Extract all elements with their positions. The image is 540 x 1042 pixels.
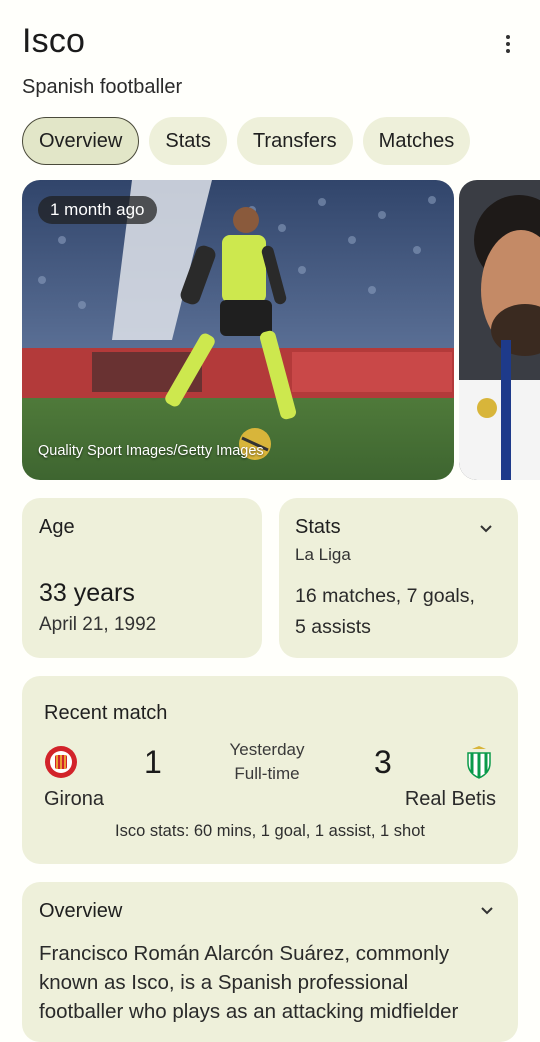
- away-team-name: Real Betis: [404, 788, 496, 810]
- player-photo-secondary[interactable]: [459, 180, 540, 480]
- overview-line-1: Francisco Román Alarcón Suárez, commonly: [39, 942, 450, 965]
- chevron-down-icon[interactable]: [479, 522, 493, 536]
- match-status: Full-time: [234, 764, 300, 783]
- overview-label: Overview: [39, 900, 123, 922]
- age-card[interactable]: Age 33 years April 21, 1992: [22, 498, 262, 658]
- home-score: 1: [144, 744, 162, 780]
- stats-card[interactable]: Stats La Liga 16 matches, 7 goals, 5 ass…: [279, 498, 518, 658]
- stats-competition: La Liga: [295, 545, 351, 564]
- overview-line-2: known as Isco, is a Spanish professional: [39, 971, 409, 994]
- recent-match-label: Recent match: [44, 702, 168, 724]
- age-label: Age: [39, 516, 75, 538]
- chevron-down-icon[interactable]: [480, 904, 494, 918]
- page-title: Isco: [22, 22, 86, 60]
- tab-matches[interactable]: Matches: [362, 117, 471, 165]
- stats-label: Stats: [295, 516, 341, 538]
- home-team-name: Girona: [44, 788, 105, 810]
- photo-credit: Quality Sport Images/Getty Images: [38, 443, 264, 459]
- stats-line-1: 16 matches, 7 goals,: [295, 585, 475, 607]
- recent-match-card[interactable]: Recent match 1 Girona Yesterday Full-tim…: [22, 676, 518, 864]
- match-date: Yesterday: [229, 740, 305, 759]
- tab-transfers[interactable]: Transfers: [236, 117, 353, 165]
- overview-line-3: footballer who plays as an attacking mid…: [39, 1000, 459, 1023]
- away-score: 3: [374, 744, 392, 780]
- stats-line-2: 5 assists: [295, 616, 371, 638]
- real-betis-crest-icon: [467, 746, 491, 779]
- tab-bar: Overview Stats Transfers Matches: [22, 117, 471, 165]
- player-match-stats: Isco stats: 60 mins, 1 goal, 1 assist, 1…: [115, 822, 425, 840]
- tab-stats[interactable]: Stats: [149, 117, 227, 165]
- tab-overview[interactable]: Overview: [22, 117, 140, 165]
- girona-crest-icon: [45, 746, 77, 778]
- more-options-icon[interactable]: [498, 32, 518, 56]
- age-value: 33 years: [39, 579, 135, 607]
- page-subtitle: Spanish footballer: [22, 76, 183, 98]
- overview-card[interactable]: Overview Francisco Román Alarcón Suárez,…: [22, 882, 518, 1042]
- portrait-image: [459, 180, 540, 480]
- player-photo-main[interactable]: [22, 180, 454, 480]
- photo-date-badge: 1 month ago: [38, 196, 157, 224]
- birthdate: April 21, 1992: [39, 614, 157, 635]
- match-action-image: [22, 180, 454, 480]
